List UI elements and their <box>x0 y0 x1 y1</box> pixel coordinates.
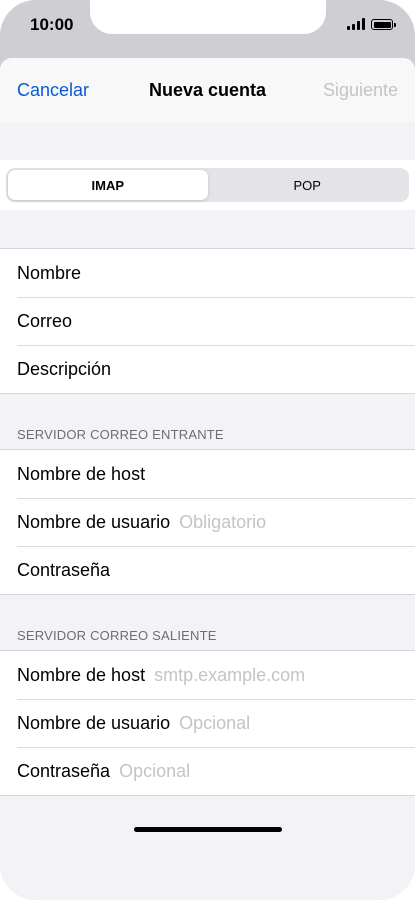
outgoing-username-label: Nombre de usuario <box>17 712 171 733</box>
outgoing-password-placeholder: Opcional <box>119 760 191 781</box>
email-field-label: Correo <box>17 310 73 331</box>
outgoing-hostname-label: Nombre de host <box>17 664 146 685</box>
phone-screen: 10:00 Cancelar Nueva cuenta Siguiente IM… <box>0 0 415 900</box>
protocol-segment-container: IMAP POP <box>0 160 415 210</box>
outgoing-hostname-field[interactable]: Nombre de host smtp.example.com <box>0 651 415 699</box>
outgoing-server-group: Nombre de host smtp.example.com Nombre d… <box>0 650 415 796</box>
segment-pop[interactable]: POP <box>208 170 408 200</box>
name-field-label: Nombre <box>17 262 82 283</box>
description-field[interactable]: Descripción <box>0 345 415 393</box>
name-field[interactable]: Nombre <box>0 249 415 297</box>
incoming-hostname-field[interactable]: Nombre de host <box>0 450 415 498</box>
outgoing-password-field[interactable]: Contraseña Opcional <box>0 747 415 795</box>
signal-icon <box>347 18 365 30</box>
home-indicator[interactable] <box>134 827 282 832</box>
device-notch <box>90 0 326 34</box>
outgoing-username-placeholder: Opcional <box>179 712 251 733</box>
cancel-button[interactable]: Cancelar <box>17 80 89 101</box>
description-field-label: Descripción <box>17 358 112 379</box>
status-time: 10:00 <box>30 15 74 34</box>
status-bar: 10:00 <box>0 0 415 58</box>
next-button[interactable]: Siguiente <box>323 80 398 101</box>
outgoing-hostname-placeholder: smtp.example.com <box>154 664 306 685</box>
incoming-username-field[interactable]: Nombre de usuario Obligatorio <box>0 498 415 546</box>
incoming-server-group: Nombre de host Nombre de usuario Obligat… <box>0 449 415 595</box>
incoming-username-placeholder: Obligatorio <box>179 511 267 532</box>
incoming-password-field[interactable]: Contraseña <box>0 546 415 594</box>
segment-imap[interactable]: IMAP <box>8 170 208 200</box>
battery-icon <box>371 19 396 30</box>
incoming-hostname-label: Nombre de host <box>17 463 146 484</box>
incoming-username-label: Nombre de usuario <box>17 511 171 532</box>
new-account-sheet: Cancelar Nueva cuenta Siguiente IMAP POP… <box>0 58 415 900</box>
account-info-group: Nombre Correo Descripción <box>0 248 415 394</box>
email-field[interactable]: Correo <box>0 297 415 345</box>
outgoing-password-label: Contraseña <box>17 760 111 781</box>
navigation-bar: Cancelar Nueva cuenta Siguiente <box>0 58 415 122</box>
status-icons <box>347 18 396 30</box>
outgoing-server-header: SERVIDOR CORREO SALIENTE <box>17 628 217 643</box>
protocol-segmented-control: IMAP POP <box>6 168 409 202</box>
incoming-server-header: SERVIDOR CORREO ENTRANTE <box>17 427 224 442</box>
incoming-password-label: Contraseña <box>17 559 111 580</box>
outgoing-username-field[interactable]: Nombre de usuario Opcional <box>0 699 415 747</box>
